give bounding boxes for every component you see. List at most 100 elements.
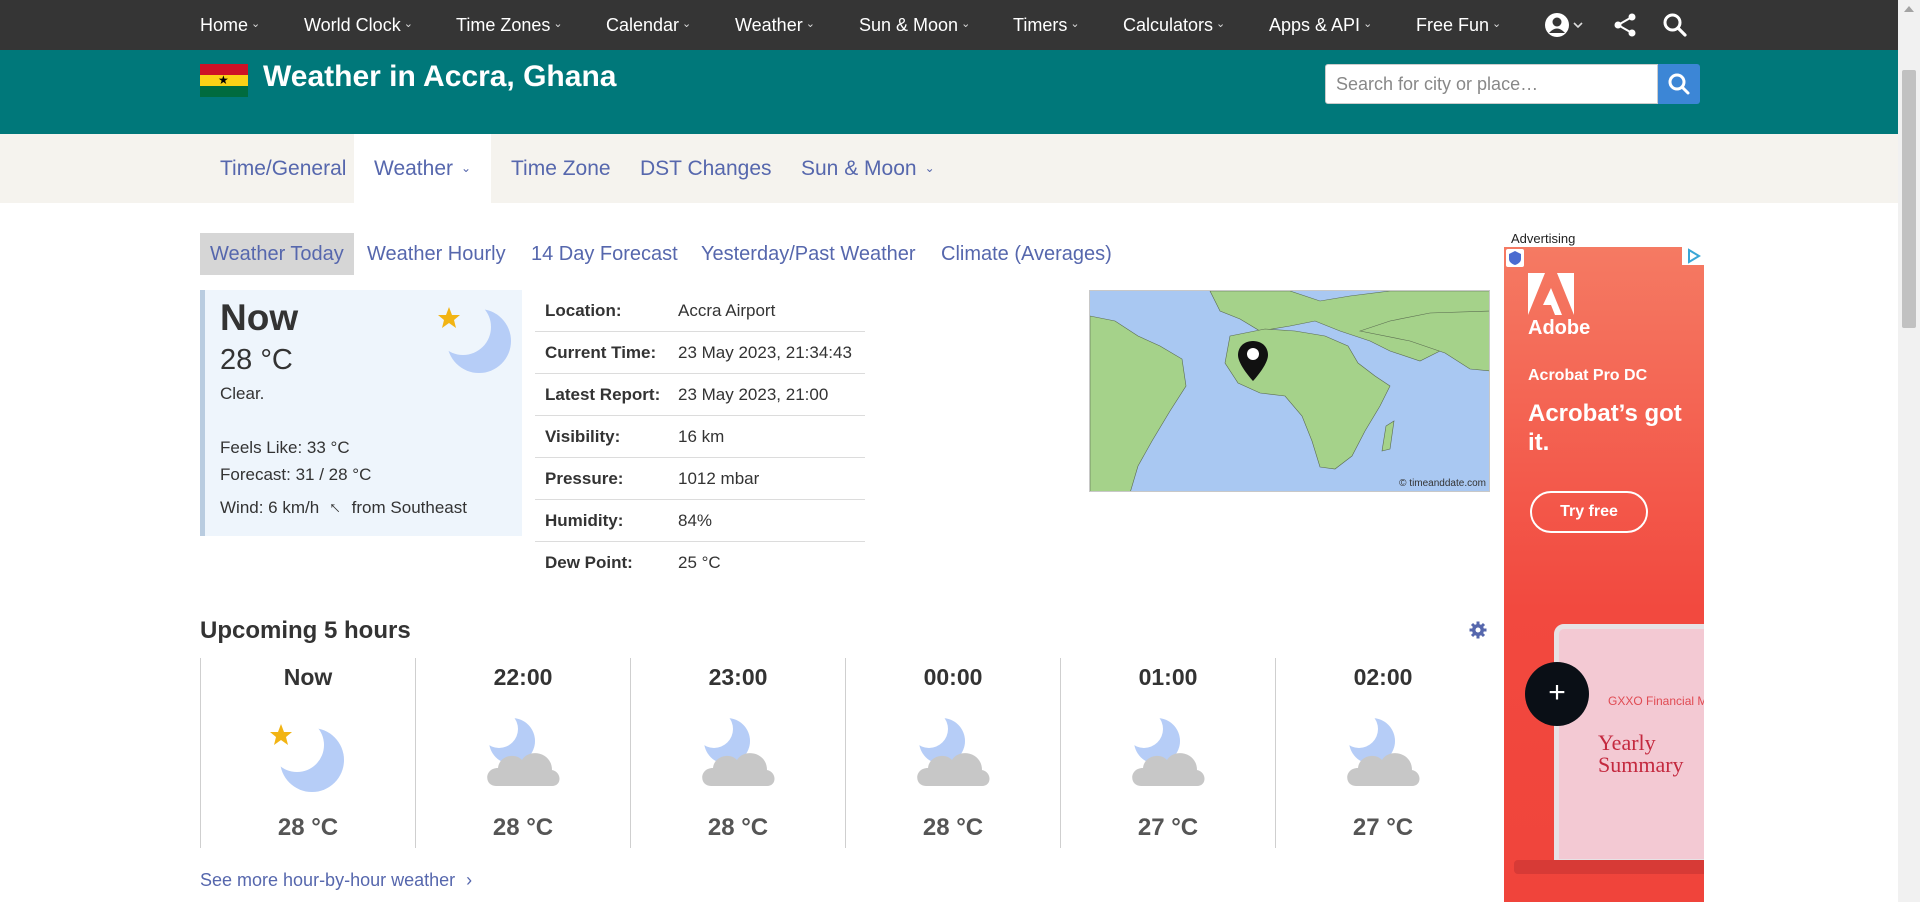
page-title: Weather in Accra, Ghana <box>263 60 617 93</box>
hour-temperature: 28 °C <box>492 814 554 841</box>
chevron-down-icon: ⌄ <box>1363 18 1373 31</box>
add-button[interactable]: + <box>1525 662 1589 726</box>
nav-weather-label: Weather <box>735 15 803 35</box>
table-row: Pressure: 1012 mbar <box>535 458 865 500</box>
nav-world-clock[interactable]: World Clock ⌄ <box>304 0 413 50</box>
scrollbar-thumb[interactable] <box>1902 70 1916 328</box>
table-row: Visibility: 16 km <box>535 416 865 458</box>
chevron-down-icon: ⌄ <box>1492 18 1502 31</box>
pill-past-weather[interactable]: Yesterday/Past Weather <box>701 233 916 275</box>
hour-column: 22:00 28 °C <box>415 658 630 848</box>
ad-headline: Acrobat’s got it. <box>1528 400 1682 456</box>
detail-key: Location: <box>545 301 622 320</box>
nav-world-clock-label: World Clock <box>304 15 401 35</box>
chevron-down-icon: ⌄ <box>1216 18 1226 31</box>
hour-label: Now <box>283 664 333 690</box>
table-row: Dew Point: 25 °C <box>535 542 865 584</box>
table-row: Humidity: 84% <box>535 500 865 542</box>
nav-calendar-label: Calendar <box>606 15 680 35</box>
wind-arrow-icon: ↑ <box>323 496 345 518</box>
nav-weather[interactable]: Weather ⌄ <box>735 0 815 50</box>
detail-key: Humidity: <box>545 511 624 530</box>
clear-night-icon <box>433 299 513 380</box>
nav-home[interactable]: Home ⌄ <box>200 0 260 50</box>
nav-sun-moon-label: Sun & Moon <box>859 15 959 35</box>
nav-timers-label: Timers <box>1013 15 1068 35</box>
try-free-button[interactable]: Try free <box>1530 491 1648 533</box>
pill-weather-today[interactable]: Weather Today <box>200 233 354 275</box>
chevron-down-icon: ⌄ <box>961 18 971 31</box>
detail-value: 16 km <box>678 427 725 446</box>
ad-choices-icon[interactable] <box>1682 247 1704 265</box>
detail-key: Current Time: <box>545 343 657 362</box>
hour-label: 01:00 <box>1138 664 1198 690</box>
detail-value: 25 °C <box>678 553 721 572</box>
page-header: ★ Weather in Accra, Ghana Search for cit… <box>0 50 1898 134</box>
tab-weather-label: Weather <box>374 157 453 180</box>
detail-value: 23 May 2023, 21:00 <box>678 385 829 404</box>
partly-cloudy-night-icon <box>1125 710 1207 799</box>
nav-calendar[interactable]: Calendar ⌄ <box>606 0 691 50</box>
hour-label: 23:00 <box>708 664 768 690</box>
hour-label: 02:00 <box>1353 664 1413 690</box>
pill-14-day-forecast[interactable]: 14 Day Forecast <box>531 233 678 275</box>
detail-value: Accra Airport <box>678 301 776 320</box>
hour-column: Now 28 °C <box>200 658 415 848</box>
tab-time-zone[interactable]: Time Zone <box>511 134 611 203</box>
hour-temperature: 28 °C <box>707 814 769 841</box>
ad-company: GXXO Financial Management <box>1608 694 1704 708</box>
location-map[interactable]: © timeanddate.com <box>1089 290 1490 492</box>
upcoming-title: Upcoming 5 hours <box>200 617 411 644</box>
scroll-up-arrow-icon[interactable] <box>1904 6 1914 12</box>
hour-temperature: 28 °C <box>922 814 984 841</box>
search-icon[interactable] <box>1662 12 1688 43</box>
top-navigation: Home ⌄ World Clock ⌄ Time Zones ⌄ Calendar ⌄… <box>0 0 1898 50</box>
ad-doc-title: Yearly Summary <box>1598 730 1684 777</box>
nav-time-zones-label: Time Zones <box>456 15 551 35</box>
search-button[interactable] <box>1658 64 1700 104</box>
nav-calculators-label: Calculators <box>1123 15 1214 35</box>
hour-column: 01:00 27 °C <box>1060 658 1275 848</box>
detail-key: Visibility: <box>545 427 621 446</box>
pill-climate[interactable]: Climate (Averages) <box>941 233 1112 275</box>
share-icon[interactable] <box>1612 12 1638 43</box>
clear-night-icon <box>267 714 347 799</box>
ad-info-icon[interactable] <box>1506 249 1524 267</box>
pill-weather-hourly[interactable]: Weather Hourly <box>367 233 506 275</box>
now-label: Now <box>220 297 299 338</box>
scrollbar[interactable] <box>1898 0 1920 902</box>
nav-apps-api-label: Apps & API <box>1269 15 1361 35</box>
adobe-logo-icon <box>1528 273 1574 322</box>
hourly-forecast: Now 28 °C 22:00 28 °C 23:00 28 °C 00:00 … <box>200 658 1490 848</box>
nav-time-zones[interactable]: Time Zones ⌄ <box>456 0 563 50</box>
nav-calculators[interactable]: Calculators ⌄ <box>1123 0 1225 50</box>
gear-icon[interactable] <box>1469 621 1487 644</box>
table-row: Location: Accra Airport <box>535 290 865 332</box>
tab-time-general[interactable]: Time/General <box>220 134 346 203</box>
detail-value: 23 May 2023, 21:34:43 <box>678 343 852 362</box>
tab-weather[interactable]: Weather ⌄ <box>354 134 492 203</box>
hourly-weather-link[interactable]: See more hour-by-hour weather › <box>200 870 472 891</box>
ad-brand: Adobe <box>1528 317 1591 339</box>
table-row: Current Time: 23 May 2023, 21:34:43 <box>535 332 865 374</box>
tab-sun-moon[interactable]: Sun & Moon ⌄ <box>801 134 935 203</box>
advertisement-banner[interactable]: Adobe Acrobat Pro DC Acrobat’s got it. T… <box>1504 247 1704 902</box>
partly-cloudy-night-icon <box>1340 710 1422 799</box>
tab-dst-changes[interactable]: DST Changes <box>640 134 772 203</box>
feels-like: Feels Like: 33 °C <box>220 438 350 457</box>
partly-cloudy-night-icon <box>695 710 777 799</box>
detail-value: 84% <box>678 511 713 530</box>
nav-timers[interactable]: Timers ⌄ <box>1013 0 1080 50</box>
hour-label: 00:00 <box>923 664 983 690</box>
nav-sun-moon[interactable]: Sun & Moon ⌄ <box>859 0 970 50</box>
search-input[interactable]: Search for city or place… <box>1325 64 1658 104</box>
map-copyright: © timeanddate.com <box>1399 478 1486 489</box>
laptop-base <box>1514 860 1704 874</box>
account-icon[interactable] <box>1544 12 1584 43</box>
chevron-down-icon: ⌄ <box>403 18 413 31</box>
detail-key: Dew Point: <box>545 553 633 572</box>
nav-free-fun[interactable]: Free Fun ⌄ <box>1416 0 1501 50</box>
current-condition: Clear. <box>220 384 265 403</box>
nav-apps-api[interactable]: Apps & API ⌄ <box>1269 0 1372 50</box>
hour-column: 00:00 28 °C <box>845 658 1060 848</box>
